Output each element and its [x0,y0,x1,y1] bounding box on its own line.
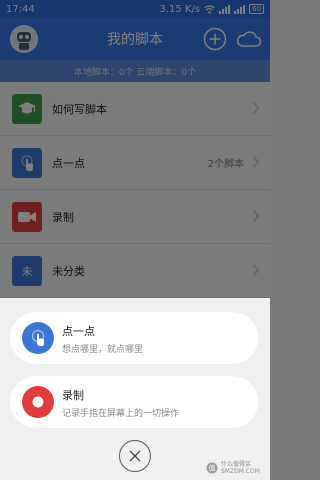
card-subtitle: 记录手指在屏幕上的一切操作 [62,409,180,419]
record-option-card[interactable]: 录制 记录手指在屏幕上的一切操作 [10,376,258,428]
close-button[interactable] [119,440,151,472]
record-icon [22,386,54,418]
create-script-sheet: 点一点 想点哪里，就点哪里 录制 记录手指在屏幕上的一切操作 值 什么值得买 S… [0,298,270,480]
app-screen: 17:44 3.15 K/s 60 [0,0,270,480]
card-subtitle: 想点哪里，就点哪里 [62,345,144,355]
watermark-line-1: 什么值得买 [221,461,252,468]
tap-option-card[interactable]: 点一点 想点哪里，就点哪里 [10,312,258,364]
watermark-line-2: SMZDM.COM [221,468,260,475]
close-icon [129,450,141,462]
watermark-logo-icon: 值 [206,462,218,474]
svg-text:值: 值 [209,464,216,473]
tap-icon [22,322,54,354]
card-title: 点一点 [62,325,95,338]
card-title: 录制 [62,389,84,402]
watermark: 值 什么值得买 SMZDM.COM [206,460,266,476]
